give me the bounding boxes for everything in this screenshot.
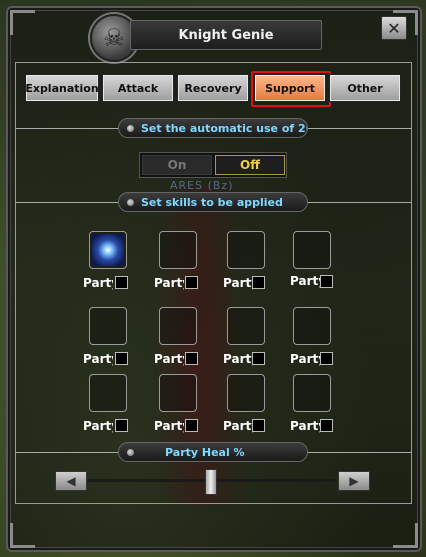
party-label: Party [83,276,113,290]
party-checkbox[interactable] [320,352,333,365]
bullet-icon [127,125,134,132]
close-button[interactable]: ✕ [381,16,407,40]
tab-explanation[interactable]: Explanation [25,74,99,102]
party-checkbox[interactable] [115,419,128,432]
arrow-right-icon: ▶ [349,474,359,488]
party-checkbox[interactable] [320,275,333,288]
bullet-icon [127,449,134,456]
window-title: Knight Genie [130,20,322,50]
skill-slot[interactable] [293,374,331,412]
auto-use-label-text: Set the automatic use of 2nd ski [141,121,307,135]
party-label: Party [290,274,320,288]
frame-corner [10,523,35,548]
party-label: Party [223,276,253,290]
party-label: Party [154,352,184,366]
party-checkbox[interactable] [320,419,333,432]
party-checkbox[interactable] [115,276,128,289]
skill-slot[interactable] [227,374,265,412]
skill-slot[interactable] [293,307,331,345]
skill-slot[interactable] [89,231,127,269]
selected-tab-highlight [251,71,331,107]
skill-slot[interactable] [227,307,265,345]
tab-attack[interactable]: Attack [102,74,174,102]
party-checkbox[interactable] [252,352,265,365]
arrow-left-icon: ◀ [66,474,76,488]
party-label: Party [83,419,113,433]
toggle-off-button[interactable]: Off [215,155,285,175]
party-checkbox[interactable] [252,419,265,432]
skill-slot[interactable] [159,374,197,412]
party-label: Party [223,419,253,433]
party-label: Party [83,352,113,366]
close-icon: ✕ [387,18,401,38]
party-label: Party [290,419,320,433]
skill-slot[interactable] [159,231,197,269]
party-label: Party [154,419,184,433]
party-label: Party [290,352,320,366]
skill-slot[interactable] [89,374,127,412]
skills-section-label: Set skills to be applied [118,192,308,212]
party-heal-slider-thumb[interactable] [205,469,217,495]
tab-recovery[interactable]: Recovery [177,74,249,102]
bullet-icon [127,199,134,206]
skill-slot[interactable] [159,307,197,345]
party-checkbox[interactable] [185,276,198,289]
frame-corner [10,10,35,35]
party-checkbox[interactable] [185,419,198,432]
auto-use-section-label: Set the automatic use of 2nd ski [118,118,308,138]
party-checkbox[interactable] [252,276,265,289]
party-checkbox[interactable] [115,352,128,365]
slider-left-button[interactable]: ◀ [55,471,87,491]
blue-spark-icon [92,234,124,266]
party-label: Party [223,352,253,366]
skill-slot[interactable] [293,231,331,269]
skill-slot[interactable] [227,231,265,269]
frame-corner [393,523,418,548]
background-character-name: ARES (Bz) [170,179,234,192]
party-heal-label-text: Party Heal % [165,445,245,459]
party-heal-section-label: Party Heal % [118,442,308,462]
emblem-glyph: ☠ [103,24,125,52]
toggle-on-button[interactable]: On [142,155,212,175]
tab-other[interactable]: Other [329,74,401,102]
party-checkbox[interactable] [185,352,198,365]
skill-slot[interactable] [89,307,127,345]
party-label: Party [154,276,184,290]
skills-label-text: Set skills to be applied [141,195,283,209]
slider-right-button[interactable]: ▶ [338,471,370,491]
